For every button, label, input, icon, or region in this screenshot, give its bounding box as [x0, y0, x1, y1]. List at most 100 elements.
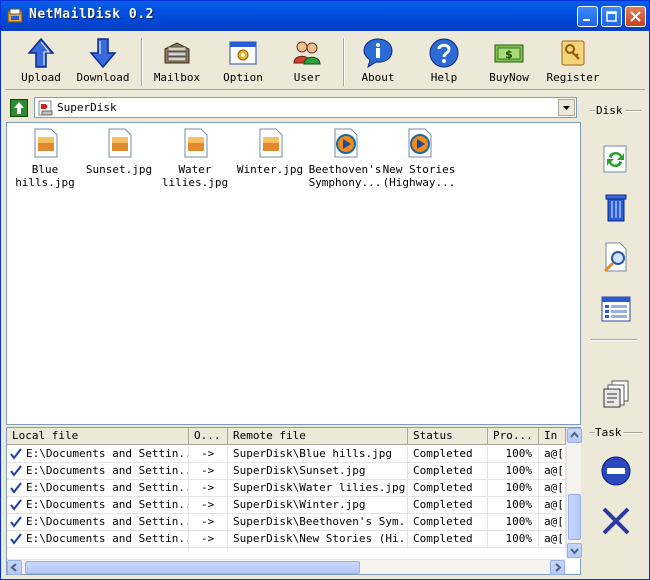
table-row[interactable]: E:\Documents and Settin... -> SuperDisk\…	[7, 497, 566, 514]
panel-divider	[591, 339, 637, 341]
path-value: SuperDisk	[57, 101, 117, 114]
copy-button[interactable]	[598, 375, 634, 411]
local-file-text: E:\Documents and Settin...	[26, 515, 189, 528]
title-bar[interactable]: NetMailDisk 0.2	[1, 1, 649, 31]
vertical-scroll-thumb[interactable]	[568, 494, 581, 540]
properties-icon	[601, 296, 631, 322]
file-item[interactable]: Sunset.jpg	[81, 127, 157, 176]
transfer-list[interactable]: Local file O... Remote file Status Pro..…	[6, 427, 582, 575]
scroll-up-button[interactable]	[567, 428, 582, 443]
cancel-task-button[interactable]	[598, 503, 634, 539]
table-row[interactable]: E:\Documents and Settin... -> SuperDisk\…	[7, 463, 566, 480]
table-row[interactable]: E:\Documents and Settin... -> SuperDisk\…	[7, 480, 566, 497]
column-header-local-file[interactable]: Local file	[7, 428, 189, 445]
upload-arrow-icon	[27, 37, 55, 68]
file-view[interactable]: Blue hills.jpg Sunset.jpg Water lilies.j…	[6, 122, 581, 425]
register-button[interactable]: Register	[541, 34, 605, 90]
buynow-button[interactable]: $ BuyNow	[477, 34, 541, 90]
money-icon: $	[494, 44, 524, 63]
search-button[interactable]	[598, 239, 634, 275]
chevron-left-icon	[10, 563, 17, 572]
panel-divider	[589, 110, 595, 112]
scroll-left-button[interactable]	[7, 560, 22, 575]
download-button[interactable]: Download	[71, 34, 135, 90]
file-item[interactable]: Blue hills.jpg	[7, 127, 83, 189]
close-button[interactable]	[625, 6, 646, 27]
chevron-down-icon	[563, 106, 570, 110]
minimize-icon	[583, 19, 590, 21]
window-title: NetMailDisk 0.2	[29, 7, 154, 22]
cell-progress: 100%	[488, 531, 539, 548]
scroll-right-button[interactable]	[550, 560, 565, 575]
cell-local-file: E:\Documents and Settin...	[7, 531, 189, 548]
register-label: Register	[546, 71, 600, 84]
app-icon	[7, 8, 23, 23]
cell-status: Completed	[408, 463, 488, 480]
file-item[interactable]: New Stories (Highway...	[381, 127, 457, 189]
cell-status: Completed	[408, 497, 488, 514]
column-header-info[interactable]: In	[539, 428, 566, 445]
cell-status: Completed	[408, 480, 488, 497]
cell-status: Completed	[408, 514, 488, 531]
column-header-operation[interactable]: O...	[189, 428, 228, 445]
local-file-text: E:\Documents and Settin...	[26, 498, 189, 511]
about-button[interactable]: About	[346, 34, 410, 90]
user-button[interactable]: User	[275, 34, 339, 90]
stop-icon	[601, 456, 631, 486]
maximize-button[interactable]	[601, 6, 622, 27]
toolbar-separator	[141, 38, 143, 86]
cell-progress: 100%	[488, 463, 539, 480]
mailbox-label: Mailbox	[153, 71, 201, 84]
option-button[interactable]: Option	[211, 34, 275, 90]
table-row[interactable]: E:\Documents and Settin... -> SuperDisk\…	[7, 514, 566, 531]
check-icon	[10, 465, 22, 477]
column-header-remote-file[interactable]: Remote file	[228, 428, 408, 445]
horizontal-scroll-thumb[interactable]	[25, 561, 360, 574]
file-item[interactable]: Winter.jpg	[232, 127, 308, 176]
local-file-text: E:\Documents and Settin...	[26, 447, 189, 460]
upload-label: Upload	[21, 71, 61, 84]
minimize-button[interactable]	[577, 6, 598, 27]
parent-folder-up-icon[interactable]	[10, 99, 28, 117]
disk-icon	[38, 100, 53, 116]
cell-operation: ->	[189, 463, 228, 480]
vertical-scrollbar[interactable]	[566, 428, 582, 559]
user-label: User	[293, 71, 321, 84]
scroll-down-button[interactable]	[567, 543, 582, 558]
file-item[interactable]: Water lilies.jpg	[157, 127, 233, 189]
column-header-status[interactable]: Status	[408, 428, 488, 445]
file-name: Winter.jpg	[236, 163, 304, 176]
column-header-progress[interactable]: Pro...	[488, 428, 539, 445]
file-name: New Stories (Highway...	[382, 163, 456, 189]
table-row[interactable]: E:\Documents and Settin... -> SuperDisk\…	[7, 531, 566, 548]
transfer-list-header: Local file O... Remote file Status Pro..…	[7, 428, 566, 445]
file-item[interactable]: Beethoven's Symphony...	[307, 127, 383, 189]
cell-info: a@[	[539, 463, 566, 480]
path-dropdown-button[interactable]	[558, 99, 575, 116]
cell-progress: 100%	[488, 480, 539, 497]
cell-local-file: E:\Documents and Settin...	[7, 497, 189, 514]
about-label: About	[361, 71, 395, 84]
image-file-icon	[108, 128, 132, 158]
panel-divider	[623, 432, 643, 434]
upload-button[interactable]: Upload	[9, 34, 73, 90]
download-arrow-icon	[89, 38, 117, 69]
users-icon	[293, 41, 321, 65]
mailbox-button[interactable]: Mailbox	[145, 34, 209, 90]
file-name: Beethoven's Symphony...	[308, 163, 382, 189]
cell-status: Completed	[408, 446, 488, 463]
horizontal-scrollbar[interactable]	[7, 559, 566, 575]
stop-task-button[interactable]	[598, 453, 634, 489]
task-panel-title: Task	[595, 426, 622, 439]
file-name: Blue hills.jpg	[15, 163, 75, 189]
help-button[interactable]: Help	[412, 34, 476, 90]
option-label: Option	[223, 71, 263, 84]
refresh-button[interactable]	[598, 141, 634, 177]
cell-local-file: E:\Documents and Settin...	[7, 446, 189, 463]
path-combobox[interactable]: SuperDisk	[34, 97, 577, 118]
properties-button[interactable]	[598, 291, 634, 327]
local-file-text: E:\Documents and Settin...	[26, 464, 189, 477]
table-row[interactable]: E:\Documents and Settin... -> SuperDisk\…	[7, 446, 566, 463]
delete-button[interactable]	[598, 189, 634, 225]
mailbox-icon	[164, 42, 190, 64]
